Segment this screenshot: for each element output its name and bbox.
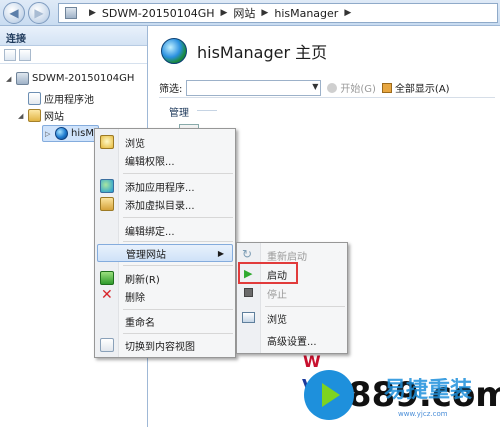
page-title: hisManager 主页 [197, 43, 328, 62]
menu-item-switch-content-view[interactable]: 切换到内容视图 [97, 336, 233, 354]
back-arrow-icon: ◀ [9, 6, 19, 20]
stop-icon [244, 288, 253, 297]
expanded-arrow-icon[interactable]: ◢ [6, 75, 13, 83]
menu-item-refresh[interactable]: 刷新(R) [97, 269, 233, 287]
breadcrumb-separator-icon: ▶ [220, 8, 228, 18]
page-header: hisManager 主页 [161, 38, 327, 64]
collapsed-arrow-icon[interactable]: ▷ [45, 130, 52, 138]
server-icon [65, 7, 77, 19]
play-logo-icon [304, 370, 354, 420]
breadcrumb-separator-icon: ▶ [89, 8, 96, 18]
refresh-icon [100, 271, 114, 285]
start-filter-label: 开始(G) [340, 84, 376, 95]
back-button[interactable]: ◀ [3, 2, 25, 24]
forward-button[interactable]: ▶ [28, 2, 50, 24]
menu-separator [123, 265, 233, 266]
server-icon [16, 72, 29, 85]
breadcrumb-server[interactable]: SDWM-20150104GH [102, 7, 215, 20]
menu-item-add-application[interactable]: 添加应用程序... [97, 177, 233, 195]
start-filter-button[interactable]: 开始(G) [327, 80, 376, 95]
filter-label: 筛选: [159, 84, 183, 95]
tree-node-server[interactable]: ◢ SDWM-20150104GH [6, 72, 134, 85]
app-pool-icon [28, 92, 41, 105]
breadcrumb-sites[interactable]: 网站 [233, 5, 255, 21]
menu-item-label: 重命名 [125, 317, 155, 329]
show-all-button[interactable]: 全部显示(A) [381, 80, 450, 95]
watermark-cn-name: 易捷重装 [384, 378, 473, 403]
browse-icon [242, 312, 255, 323]
filter-input[interactable]: ▼ [186, 79, 322, 96]
breadcrumb-separator-icon: ▶ [261, 8, 269, 18]
tree-node-label: 网站 [44, 112, 64, 123]
section-divider [197, 110, 217, 111]
expanded-arrow-icon[interactable]: ◢ [18, 112, 25, 120]
submenu-item-stop[interactable]: 停止 [239, 284, 345, 302]
menu-item-add-virtual-directory[interactable]: 添加虚拟目录... [97, 195, 233, 213]
manage-website-submenu: ↻ 重新启动 ▶ 启动 停止 浏览 高级设置... [236, 242, 348, 354]
menu-item-label: 编辑权限... [125, 156, 175, 168]
tree-node-app-pools[interactable]: 应用程序池 [28, 91, 94, 106]
browse-icon [100, 135, 114, 149]
add-application-icon [100, 179, 114, 193]
tree-node-hismanager[interactable]: ▷ hisM [42, 125, 99, 142]
connections-toolbar [0, 46, 147, 64]
submenu-item-advanced-settings[interactable]: 高级设置... [239, 331, 345, 349]
menu-item-label: 刷新(R) [125, 274, 160, 286]
menu-separator [123, 241, 233, 242]
submenu-arrow-icon: ▶ [217, 248, 224, 258]
delete-icon: ✕ [101, 287, 113, 303]
menu-item-label: 添加应用程序... [125, 182, 195, 194]
connect-icon[interactable] [4, 48, 16, 61]
site-globe-icon [161, 38, 187, 64]
dropdown-arrow-icon[interactable]: ▼ [312, 82, 318, 91]
tree-node-sites[interactable]: ◢ 网站 [18, 108, 64, 123]
menu-item-label: 添加虚拟目录... [125, 200, 195, 212]
forward-arrow-icon: ▶ [34, 6, 44, 20]
menu-separator [123, 217, 233, 218]
address-bar[interactable]: ▶ SDWM-20150104GH ▶ 网站 ▶ hisManager ▶ [58, 3, 498, 23]
connections-header: 连接 [0, 26, 147, 46]
menu-item-edit-permissions[interactable]: 编辑权限... [97, 151, 233, 169]
menu-item-rename[interactable]: 重命名 [97, 312, 233, 330]
menu-item-label: 浏览 [267, 314, 287, 326]
context-menu: 浏览 编辑权限... 添加应用程序... 添加虚拟目录... 编辑绑定... 管… [94, 128, 236, 358]
menu-item-label: 管理网站 [126, 249, 166, 261]
menu-item-label: 编辑绑定... [125, 226, 175, 238]
breadcrumb-separator-icon: ▶ [344, 8, 352, 18]
menu-item-manage-website[interactable]: 管理网站 ▶ [97, 244, 233, 262]
menu-item-label: 切换到内容视图 [125, 341, 195, 353]
tree-node-label: SDWM-20150104GH [32, 73, 135, 84]
menu-item-delete[interactable]: ✕ 删除 [97, 287, 233, 305]
section-header: 管理 [169, 108, 189, 119]
submenu-item-browse[interactable]: 浏览 [239, 309, 345, 327]
menu-item-label: 重新启动 [267, 251, 307, 263]
menu-item-label: 删除 [125, 292, 145, 304]
add-virtual-directory-icon [100, 197, 114, 211]
start-highlight-box [238, 262, 298, 284]
menu-item-label: 浏览 [125, 138, 145, 150]
menu-item-browse[interactable]: 浏览 [97, 133, 233, 151]
watermark-url: www.yjcz.com [398, 410, 448, 418]
watermark-fragment: W [303, 352, 321, 371]
menu-separator [265, 306, 345, 307]
menu-separator [123, 173, 233, 174]
save-icon[interactable] [19, 48, 31, 61]
menu-item-label: 停止 [267, 289, 287, 301]
menu-separator [123, 309, 233, 310]
show-all-label: 全部显示(A) [394, 84, 450, 95]
filter-bar: 筛选: ▼ 开始(G) 全部显示(A) [159, 78, 495, 98]
show-all-icon [381, 82, 392, 93]
menu-item-label: 高级设置... [267, 336, 317, 348]
sites-folder-icon [28, 109, 41, 122]
globe-icon [55, 127, 68, 140]
menu-item-edit-bindings[interactable]: 编辑绑定... [97, 221, 233, 239]
menu-separator [123, 333, 233, 334]
go-icon [327, 82, 338, 93]
content-view-icon [100, 338, 114, 352]
breadcrumb-site[interactable]: hisManager [274, 7, 338, 20]
tree-node-label: hisM [71, 128, 94, 139]
navigation-bar: ◀ ▶ ▶ SDWM-20150104GH ▶ 网站 ▶ hisManager … [0, 0, 500, 26]
restart-icon: ↻ [242, 247, 253, 261]
tree-node-label: 应用程序池 [44, 95, 94, 106]
